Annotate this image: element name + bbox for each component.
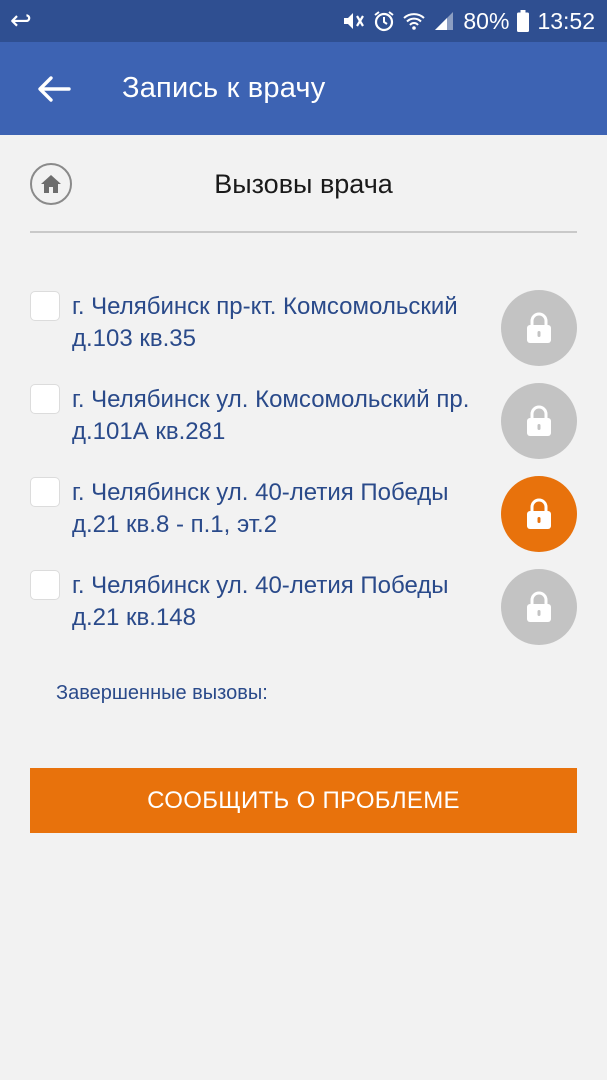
lock-icon	[527, 498, 551, 529]
back-button[interactable]	[36, 69, 86, 109]
wifi-icon	[403, 11, 426, 31]
clock: 13:52	[537, 7, 595, 34]
call-checkbox[interactable]	[30, 384, 60, 414]
page-title: Вызовы врача	[214, 169, 393, 199]
completed-calls-label: Завершенные вызовы:	[56, 682, 268, 704]
lock-button-active[interactable]	[501, 476, 577, 552]
lock-button[interactable]	[501, 383, 577, 459]
arrow-left-icon	[38, 75, 71, 102]
battery-icon	[517, 10, 530, 32]
divider	[30, 231, 577, 233]
call-checkbox[interactable]	[30, 477, 60, 507]
lock-button[interactable]	[501, 569, 577, 645]
main-content: Вызовы врача г. Челябинск пр-кт. Комсомо…	[0, 135, 607, 833]
call-item: г. Челябинск ул. 40-летия Победы д.21 кв…	[0, 566, 607, 659]
status-bar: ↩ 80% 13:52	[0, 0, 607, 42]
battery-level: 80%	[463, 7, 510, 34]
status-icons: 80% 13:52	[341, 8, 595, 35]
lock-icon	[527, 591, 551, 622]
call-item: г. Челябинск пр-кт. Комсомольский д.103 …	[0, 287, 607, 380]
page-header: Вызовы врача	[0, 135, 607, 233]
signal-icon	[433, 11, 455, 31]
call-address: г. Челябинск ул. 40-летия Победы д.21 кв…	[72, 572, 449, 631]
call-address: г. Челябинск пр-кт. Комсомольский д.103 …	[72, 293, 458, 352]
call-address: г. Челябинск ул. 40-летия Победы д.21 кв…	[72, 479, 449, 538]
lock-icon	[527, 405, 551, 436]
mute-icon	[341, 10, 365, 32]
alarm-icon	[373, 10, 395, 32]
app-bar: Запись к врачу	[0, 42, 607, 135]
call-item: г. Челябинск ул. 40-летия Победы д.21 кв…	[0, 473, 607, 566]
app-title: Запись к врачу	[122, 72, 326, 104]
call-address: г. Челябинск ул. Комсомольский пр. д.101…	[72, 386, 470, 445]
lock-icon	[527, 312, 551, 343]
lock-button[interactable]	[501, 290, 577, 366]
call-checkbox[interactable]	[30, 291, 60, 321]
calls-list: г. Челябинск пр-кт. Комсомольский д.103 …	[0, 287, 607, 659]
back-swipe-icon: ↩	[10, 5, 32, 35]
call-item: г. Челябинск ул. Комсомольский пр. д.101…	[0, 380, 607, 473]
report-problem-button[interactable]: СООБЩИТЬ О ПРОБЛЕМЕ	[30, 768, 577, 833]
call-checkbox[interactable]	[30, 570, 60, 600]
